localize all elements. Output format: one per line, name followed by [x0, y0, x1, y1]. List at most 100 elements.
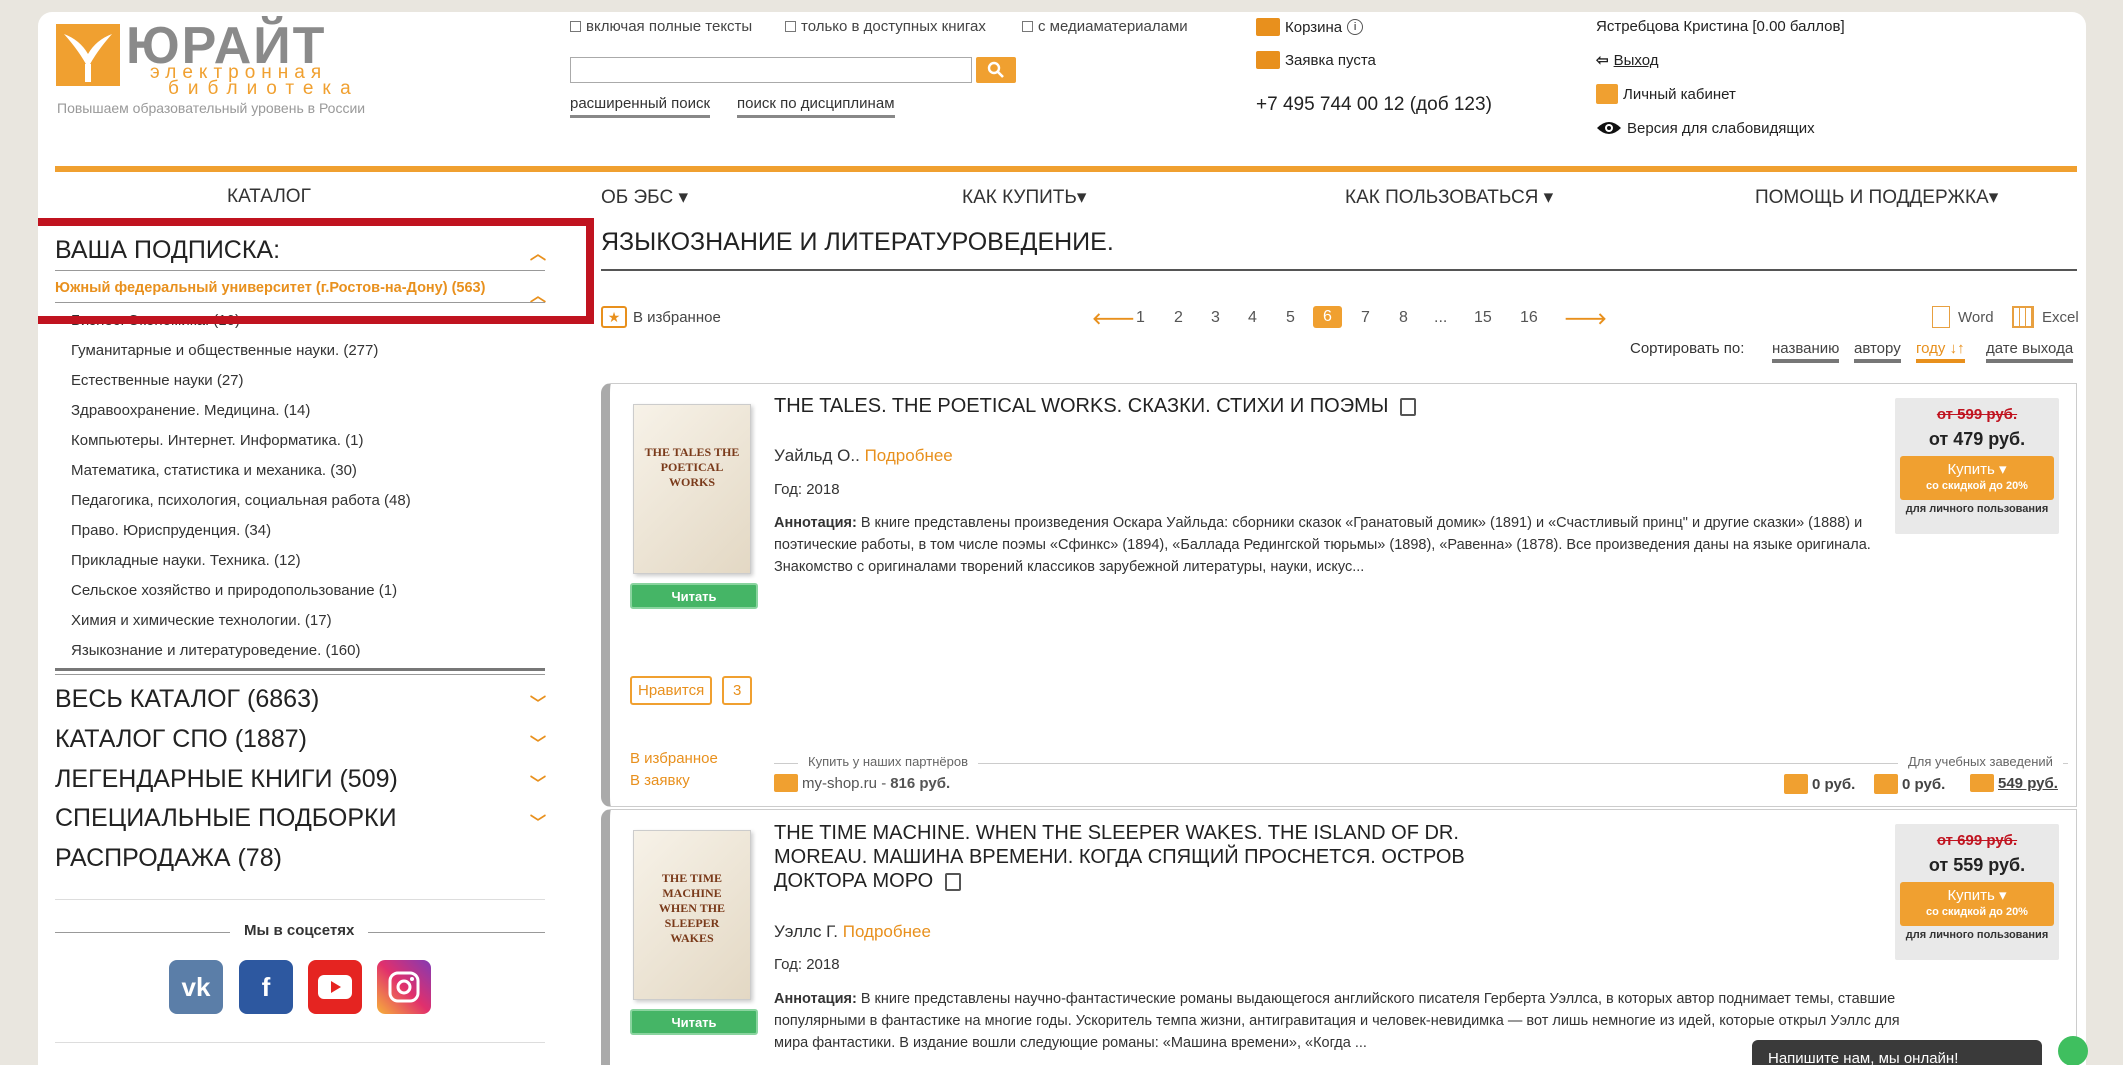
sort-by-title[interactable]: названию: [1772, 340, 1840, 363]
sidebar-item[interactable]: Компьютеры. Интернет. Информатика. (1): [71, 432, 363, 449]
chevron-down-icon[interactable]: ﹀: [530, 809, 546, 833]
sidebar-item[interactable]: Химия и химические технологии. (17): [71, 612, 332, 629]
buy-button[interactable]: Купить ▾ со скидкой до 20%: [1900, 456, 2054, 500]
sort-by-year[interactable]: году ↓↑: [1916, 340, 1965, 363]
sidebar-item[interactable]: Математика, статистика и механика. (30): [71, 462, 357, 479]
advanced-search-link[interactable]: расширенный поиск: [570, 95, 711, 118]
user-key-icon: [1784, 774, 1808, 794]
likes-count: 3: [722, 676, 753, 705]
page-link-active[interactable]: 6: [1313, 306, 1342, 328]
add-to-favorites[interactable]: ★ В избранное: [601, 306, 721, 328]
checkbox-available-books[interactable]: только в доступных книгах: [785, 18, 986, 35]
book-title[interactable]: THE TIME MACHINE. WHEN THE SLEEPER WAKES…: [774, 821, 1534, 893]
chat-widget[interactable]: Напишите нам, мы онлайн!: [1752, 1040, 2042, 1065]
checkbox-media[interactable]: с медиаматериалами: [1022, 18, 1188, 35]
nav-how-to-use[interactable]: КАК ПОЛЬЗОВАТЬСЯ ▾: [1345, 186, 1553, 209]
section-spo-catalog[interactable]: КАТАЛОГ СПО (1887): [55, 725, 307, 754]
to-request-link[interactable]: В заявку: [630, 772, 690, 789]
book-year: Год: 2018: [774, 481, 840, 498]
sidebar-item[interactable]: Гуманитарные и общественные науки. (277): [71, 342, 378, 359]
phone-number: +7 495 744 00 12 (доб 123): [1256, 94, 1492, 115]
page-link[interactable]: 5: [1286, 309, 1295, 327]
page-link[interactable]: 7: [1361, 309, 1370, 327]
sort-by-author[interactable]: автору: [1854, 340, 1901, 363]
page: ЮРАЙТ электронная библиотека Повышаем об…: [38, 12, 2086, 1065]
info-icon[interactable]: i: [1347, 19, 1364, 35]
like-button[interactable]: Нравится: [630, 676, 713, 705]
vk-icon[interactable]: vk: [169, 960, 223, 1014]
title-divider: [601, 269, 2077, 271]
page-link[interactable]: 16: [1520, 309, 1538, 327]
logo-subtitle-2: библиотека: [168, 78, 360, 99]
copy-icon[interactable]: [944, 872, 961, 891]
cabinet-link[interactable]: Личный кабинет: [1596, 84, 1736, 104]
book-cover[interactable]: THE TIME MACHINE WHEN THE SLEEPER WAKES: [633, 830, 751, 1000]
export-word[interactable]: Word: [1932, 306, 1994, 328]
page-link[interactable]: 3: [1211, 309, 1220, 327]
facebook-icon[interactable]: f: [239, 960, 293, 1014]
instagram-icon[interactable]: [377, 960, 431, 1014]
discipline-search-link[interactable]: поиск по дисциплинам: [737, 95, 895, 118]
checkbox-full-texts[interactable]: включая полные тексты: [570, 18, 752, 35]
accessibility-link[interactable]: Версия для слабовидящих: [1596, 119, 1815, 137]
nav-help[interactable]: ПОМОЩЬ И ПОДДЕРЖКА▾: [1755, 186, 1998, 209]
section-full-catalog[interactable]: ВЕСЬ КАТАЛОГ (6863): [55, 685, 319, 714]
page-link[interactable]: 4: [1248, 309, 1257, 327]
institution-price-3[interactable]: 549 руб.: [1970, 774, 2058, 792]
request-cart-icon: [1256, 51, 1280, 69]
book-cover[interactable]: THE TALES THE POETICAL WORKS: [633, 404, 751, 574]
search-button[interactable]: [976, 57, 1016, 83]
sidebar-item[interactable]: Естественные науки (27): [71, 372, 244, 389]
section-sale[interactable]: РАСПРОДАЖА (78): [55, 844, 282, 873]
book-year: Год: 2018: [774, 956, 840, 973]
page-link[interactable]: 1: [1136, 309, 1145, 327]
cart-link[interactable]: Корзина i: [1256, 18, 1364, 36]
nav-catalog[interactable]: КАТАЛОГ: [227, 186, 311, 208]
request-link[interactable]: Заявка пуста: [1256, 51, 1376, 69]
chevron-down-icon[interactable]: ﹀: [530, 730, 546, 754]
section-legendary[interactable]: ЛЕГЕНДАРНЫЕ КНИГИ (509): [55, 765, 398, 794]
sidebar-item[interactable]: Педагогика, психология, социальная работ…: [71, 492, 411, 509]
sidebar-item[interactable]: Здравоохранение. Медицина. (14): [71, 402, 310, 419]
nav-how-to-buy[interactable]: КАК КУПИТЬ▾: [962, 186, 1086, 209]
page-link[interactable]: 8: [1399, 309, 1408, 327]
copy-icon[interactable]: [1400, 397, 1417, 416]
sidebar-item-active[interactable]: Языкознание и литературоведение. (160): [71, 642, 360, 659]
sidebar-item[interactable]: Сельское хозяйство и природопользование …: [71, 582, 397, 599]
partner-shop-link[interactable]: my-shop.ru - 816 руб.: [774, 774, 950, 792]
institutions-label: Для учебных заведений: [1898, 754, 2063, 769]
nav-about[interactable]: ОБ ЭБС ▾: [601, 186, 688, 209]
sidebar-item[interactable]: Право. Юриспруденция. (34): [71, 522, 271, 539]
divider: [55, 1042, 545, 1043]
export-excel[interactable]: Excel: [2012, 306, 2079, 328]
logo-icon[interactable]: [56, 24, 120, 86]
page-link[interactable]: 2: [1174, 309, 1183, 327]
next-page-arrow-icon[interactable]: 🡒: [1564, 308, 1607, 329]
buy-button[interactable]: Купить ▾ со скидкой до 20%: [1900, 882, 2054, 926]
chevron-down-icon[interactable]: ﹀: [530, 770, 546, 794]
page-title: ЯЗЫКОЗНАНИЕ И ЛИТЕРАТУРОВЕДЕНИЕ.: [601, 228, 1114, 256]
institution-price-2[interactable]: 0 руб.: [1874, 774, 1945, 794]
read-button[interactable]: Читать: [630, 583, 758, 609]
institution-price-1[interactable]: 0 руб.: [1784, 774, 1855, 794]
book-title[interactable]: THE TALES. THE POETICAL WORKS. СКАЗКИ. С…: [774, 394, 1874, 418]
sidebar-item[interactable]: Прикладные науки. Техника. (12): [71, 552, 301, 569]
user-name: Ястребцова Кристина [0.00 баллов]: [1596, 18, 1845, 35]
read-button[interactable]: Читать: [630, 1009, 758, 1035]
book-annotation: Аннотация: В книге представлены произвед…: [774, 515, 1871, 575]
personal-use-label: для личного пользования: [1905, 929, 2049, 941]
partners-label: Купить у наших партнёров: [798, 754, 978, 769]
more-link[interactable]: Подробнее: [865, 446, 953, 465]
search-input[interactable]: [570, 57, 972, 83]
prev-page-arrow-icon[interactable]: 🡐: [1092, 308, 1135, 329]
chevron-down-icon[interactable]: ﹀: [530, 690, 546, 714]
sort-by-release-date[interactable]: дате выхода: [1986, 340, 2074, 363]
youtube-icon[interactable]: [308, 960, 362, 1014]
page-link[interactable]: 15: [1474, 309, 1492, 327]
more-link[interactable]: Подробнее: [843, 922, 931, 941]
chat-status-icon[interactable]: [2058, 1036, 2088, 1065]
to-favorites-link[interactable]: В избранное: [630, 750, 718, 767]
user-icon: [1596, 84, 1618, 104]
logout-link[interactable]: ⇦ Выход: [1596, 51, 1658, 70]
section-special[interactable]: СПЕЦИАЛЬНЫЕ ПОДБОРКИ: [55, 804, 397, 833]
